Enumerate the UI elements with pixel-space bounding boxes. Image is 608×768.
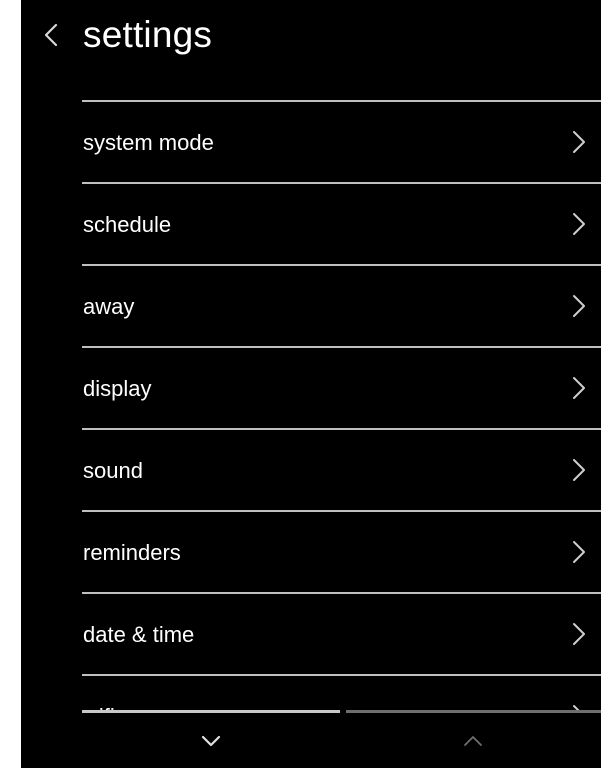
- settings-screen: settings system mode schedule away displ…: [21, 0, 601, 768]
- chevron-down-icon: [191, 726, 231, 756]
- chevron-right-icon: [571, 457, 587, 483]
- scroll-down-button[interactable]: [191, 726, 231, 756]
- chevron-left-icon: [35, 18, 69, 52]
- settings-item-label: sound: [83, 458, 143, 483]
- back-button[interactable]: [35, 18, 69, 52]
- settings-item-label: reminders: [83, 540, 181, 565]
- page-title: settings: [83, 14, 213, 55]
- scroll-footer: [21, 710, 601, 768]
- settings-item-label: away: [83, 294, 135, 319]
- chevron-right-icon: [571, 375, 587, 401]
- settings-item-date-time[interactable]: date & time: [82, 592, 601, 674]
- settings-item-label: system mode: [83, 130, 214, 155]
- scroll-indicator-left: [82, 710, 340, 713]
- settings-item-label: display: [83, 376, 152, 401]
- chevron-up-icon: [453, 726, 493, 756]
- settings-item-label: schedule: [83, 212, 172, 237]
- chevron-right-icon: [571, 293, 587, 319]
- chevron-right-icon: [571, 129, 587, 155]
- scroll-indicator-right: [346, 710, 601, 713]
- chevron-right-icon: [571, 621, 587, 647]
- settings-item-schedule[interactable]: schedule: [82, 182, 601, 264]
- settings-item-sound[interactable]: sound: [82, 428, 601, 510]
- settings-item-display[interactable]: display: [82, 346, 601, 428]
- chevron-right-icon: [571, 211, 587, 237]
- scroll-up-button[interactable]: [453, 726, 493, 756]
- settings-list: system mode schedule away display sound: [82, 100, 601, 756]
- settings-item-system-mode[interactable]: system mode: [82, 100, 601, 182]
- settings-item-label: date & time: [83, 622, 195, 647]
- settings-item-away[interactable]: away: [82, 264, 601, 346]
- settings-item-reminders[interactable]: reminders: [82, 510, 601, 592]
- header: settings: [21, 0, 601, 100]
- chevron-right-icon: [571, 539, 587, 565]
